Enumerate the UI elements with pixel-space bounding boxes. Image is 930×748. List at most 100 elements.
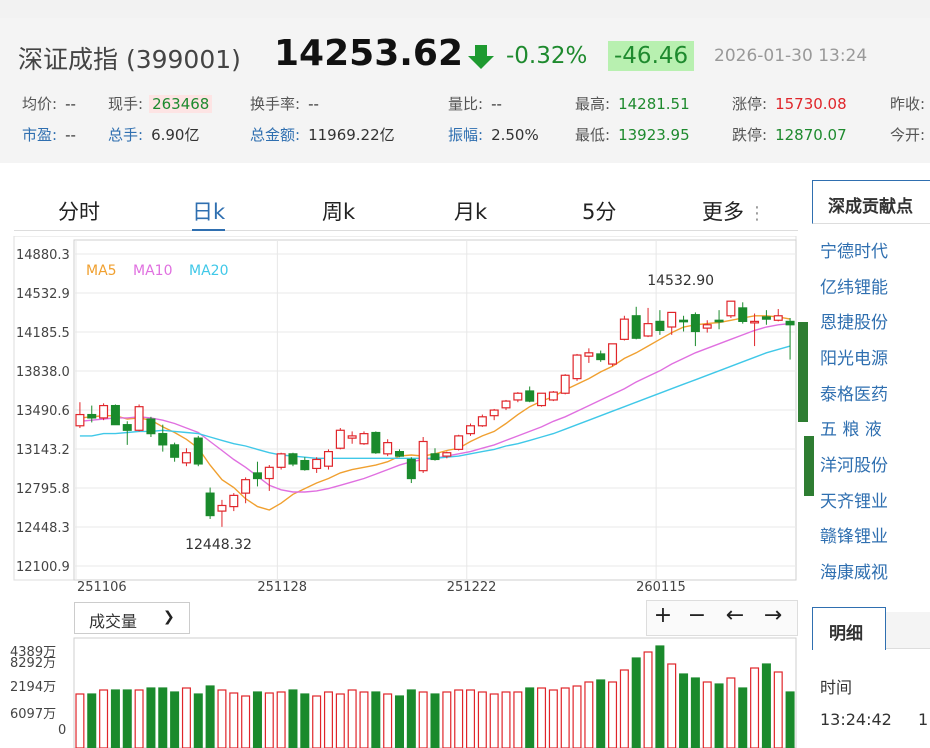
tab-detail[interactable]: 明细 <box>812 607 886 650</box>
sidebar-item-stock[interactable]: 赣锋锂业 <box>820 522 888 547</box>
volume-bar <box>548 689 558 748</box>
stat-avg-price: 均价: -- <box>22 95 76 113</box>
candle-body <box>359 433 369 445</box>
volume-bar <box>276 691 286 748</box>
zoom-out-button[interactable]: − <box>682 602 712 632</box>
tab-weekly-k[interactable]: 周k <box>322 196 355 226</box>
candle-body <box>134 406 144 431</box>
candle-body <box>655 320 665 331</box>
volume-bar <box>312 695 322 748</box>
stat-open: 今开: <box>890 126 926 144</box>
candle-body <box>702 324 712 329</box>
indicator-select[interactable]: 成交量 ❯ <box>74 602 190 634</box>
pan-right-button[interactable]: → <box>758 602 788 632</box>
volume-bar <box>75 693 85 748</box>
volume-bar <box>501 691 511 748</box>
tab-daily-k[interactable]: 日k <box>192 196 226 231</box>
volume-y-tick: 0 <box>58 723 66 738</box>
detail-tab-bar <box>884 612 930 649</box>
tab-5min[interactable]: 5分 <box>582 196 616 226</box>
volume-bar <box>347 689 357 748</box>
stat-total-volume: 总手: 6.90亿 <box>108 126 200 144</box>
volume-y-tick: 2194万 <box>10 680 56 695</box>
sidebar-item-stock[interactable]: 洋河股份 <box>820 451 888 476</box>
candle-body <box>454 435 464 450</box>
sidebar-item-stock[interactable]: 泰格医药 <box>820 380 888 405</box>
volume-bar <box>619 669 629 748</box>
tab-intraday[interactable]: 分时 <box>58 196 100 226</box>
candle-body <box>572 354 582 380</box>
volume-bar <box>146 687 156 748</box>
volume-bar <box>537 687 547 748</box>
volume-bar <box>229 692 239 748</box>
zoom-in-button[interactable]: + <box>648 602 678 632</box>
sidebar-item-stock[interactable]: 天齐锂业 <box>820 487 888 512</box>
candle-body <box>643 323 653 337</box>
candle-body <box>146 418 156 435</box>
candle-body <box>300 459 310 471</box>
tab-monthly-k[interactable]: 月k <box>454 196 487 226</box>
period-tabs: 分时 日k 周k 月k 5分 更多 ⋮ <box>14 182 798 231</box>
tab-more[interactable]: 更多 ⋮ <box>702 196 766 226</box>
legend-item: MA5 <box>86 263 117 279</box>
candle-body <box>335 429 345 449</box>
candle-body <box>276 453 286 468</box>
volume-bar <box>371 691 381 748</box>
candlestick-chart[interactable]: 14880.3 14532.9 14185.5 13838.0 13490.6 13143… <box>0 236 800 596</box>
candle-body <box>406 458 416 480</box>
y-tick-label: 13838.0 <box>16 365 70 380</box>
volume-bar <box>584 681 594 748</box>
volume-bar <box>738 687 748 748</box>
candle-body <box>347 435 357 439</box>
y-tick-label: 12100.9 <box>16 560 70 575</box>
volume-bar <box>170 691 180 748</box>
sidebar-item-stock[interactable]: 阳光电源 <box>820 344 888 369</box>
candle-body <box>418 440 428 472</box>
volume-y-tick: 8292万 <box>10 656 56 671</box>
sidebar-item-stock[interactable]: 海康威视 <box>820 558 888 583</box>
volume-bar <box>489 693 499 748</box>
volume-bar <box>702 681 712 748</box>
candle-body <box>667 311 677 328</box>
volume-bar <box>631 657 641 748</box>
y-tick-label: 14532.9 <box>16 287 70 302</box>
candle-body <box>619 318 629 340</box>
candle-body <box>738 307 748 322</box>
pan-left-button[interactable]: ← <box>720 602 750 632</box>
contribution-header: 深成贡献点 <box>812 180 930 224</box>
candle-body <box>560 374 570 394</box>
candle-body <box>217 504 227 512</box>
volume-bar <box>477 691 487 748</box>
volume-bar <box>418 691 428 748</box>
candle-body <box>785 320 795 326</box>
more-dots-icon: ⋮ <box>748 203 766 224</box>
volume-chart[interactable]: 4389万8292万2194万6097万0 <box>0 636 800 748</box>
volume-bar <box>655 645 665 748</box>
top-strip <box>0 0 930 19</box>
sidebar-item-stock[interactable]: 宁德时代 <box>820 237 888 262</box>
contribution-bar <box>804 436 814 496</box>
sidebar-item-stock[interactable]: 恩捷股份 <box>820 308 888 333</box>
candle-body <box>442 452 452 457</box>
volume-bar <box>288 689 298 748</box>
down-arrow-icon <box>468 45 494 69</box>
volume-bar <box>667 663 677 748</box>
sidebar-item-stock[interactable]: 亿纬锂能 <box>820 273 888 298</box>
candle-body <box>489 409 499 417</box>
candle-body <box>87 413 97 419</box>
volume-bar <box>134 689 144 748</box>
volume-bar <box>442 691 452 748</box>
candle-body <box>584 352 594 357</box>
volume-bar <box>679 673 689 748</box>
change-percent: -0.32% <box>506 43 588 69</box>
volume-bar <box>181 687 191 748</box>
extreme-label: 12448.32 <box>185 537 252 553</box>
stat-amplitude: 振幅: 2.50% <box>448 126 539 144</box>
stat-current-volume: 现手: 263468 <box>108 94 213 114</box>
volume-bar <box>761 663 771 748</box>
candle-body <box>631 315 641 339</box>
candle-body <box>525 390 535 402</box>
candle-body <box>110 404 120 426</box>
candle-body <box>501 400 511 409</box>
sidebar-item-stock[interactable]: 五 粮 液 <box>820 415 882 440</box>
